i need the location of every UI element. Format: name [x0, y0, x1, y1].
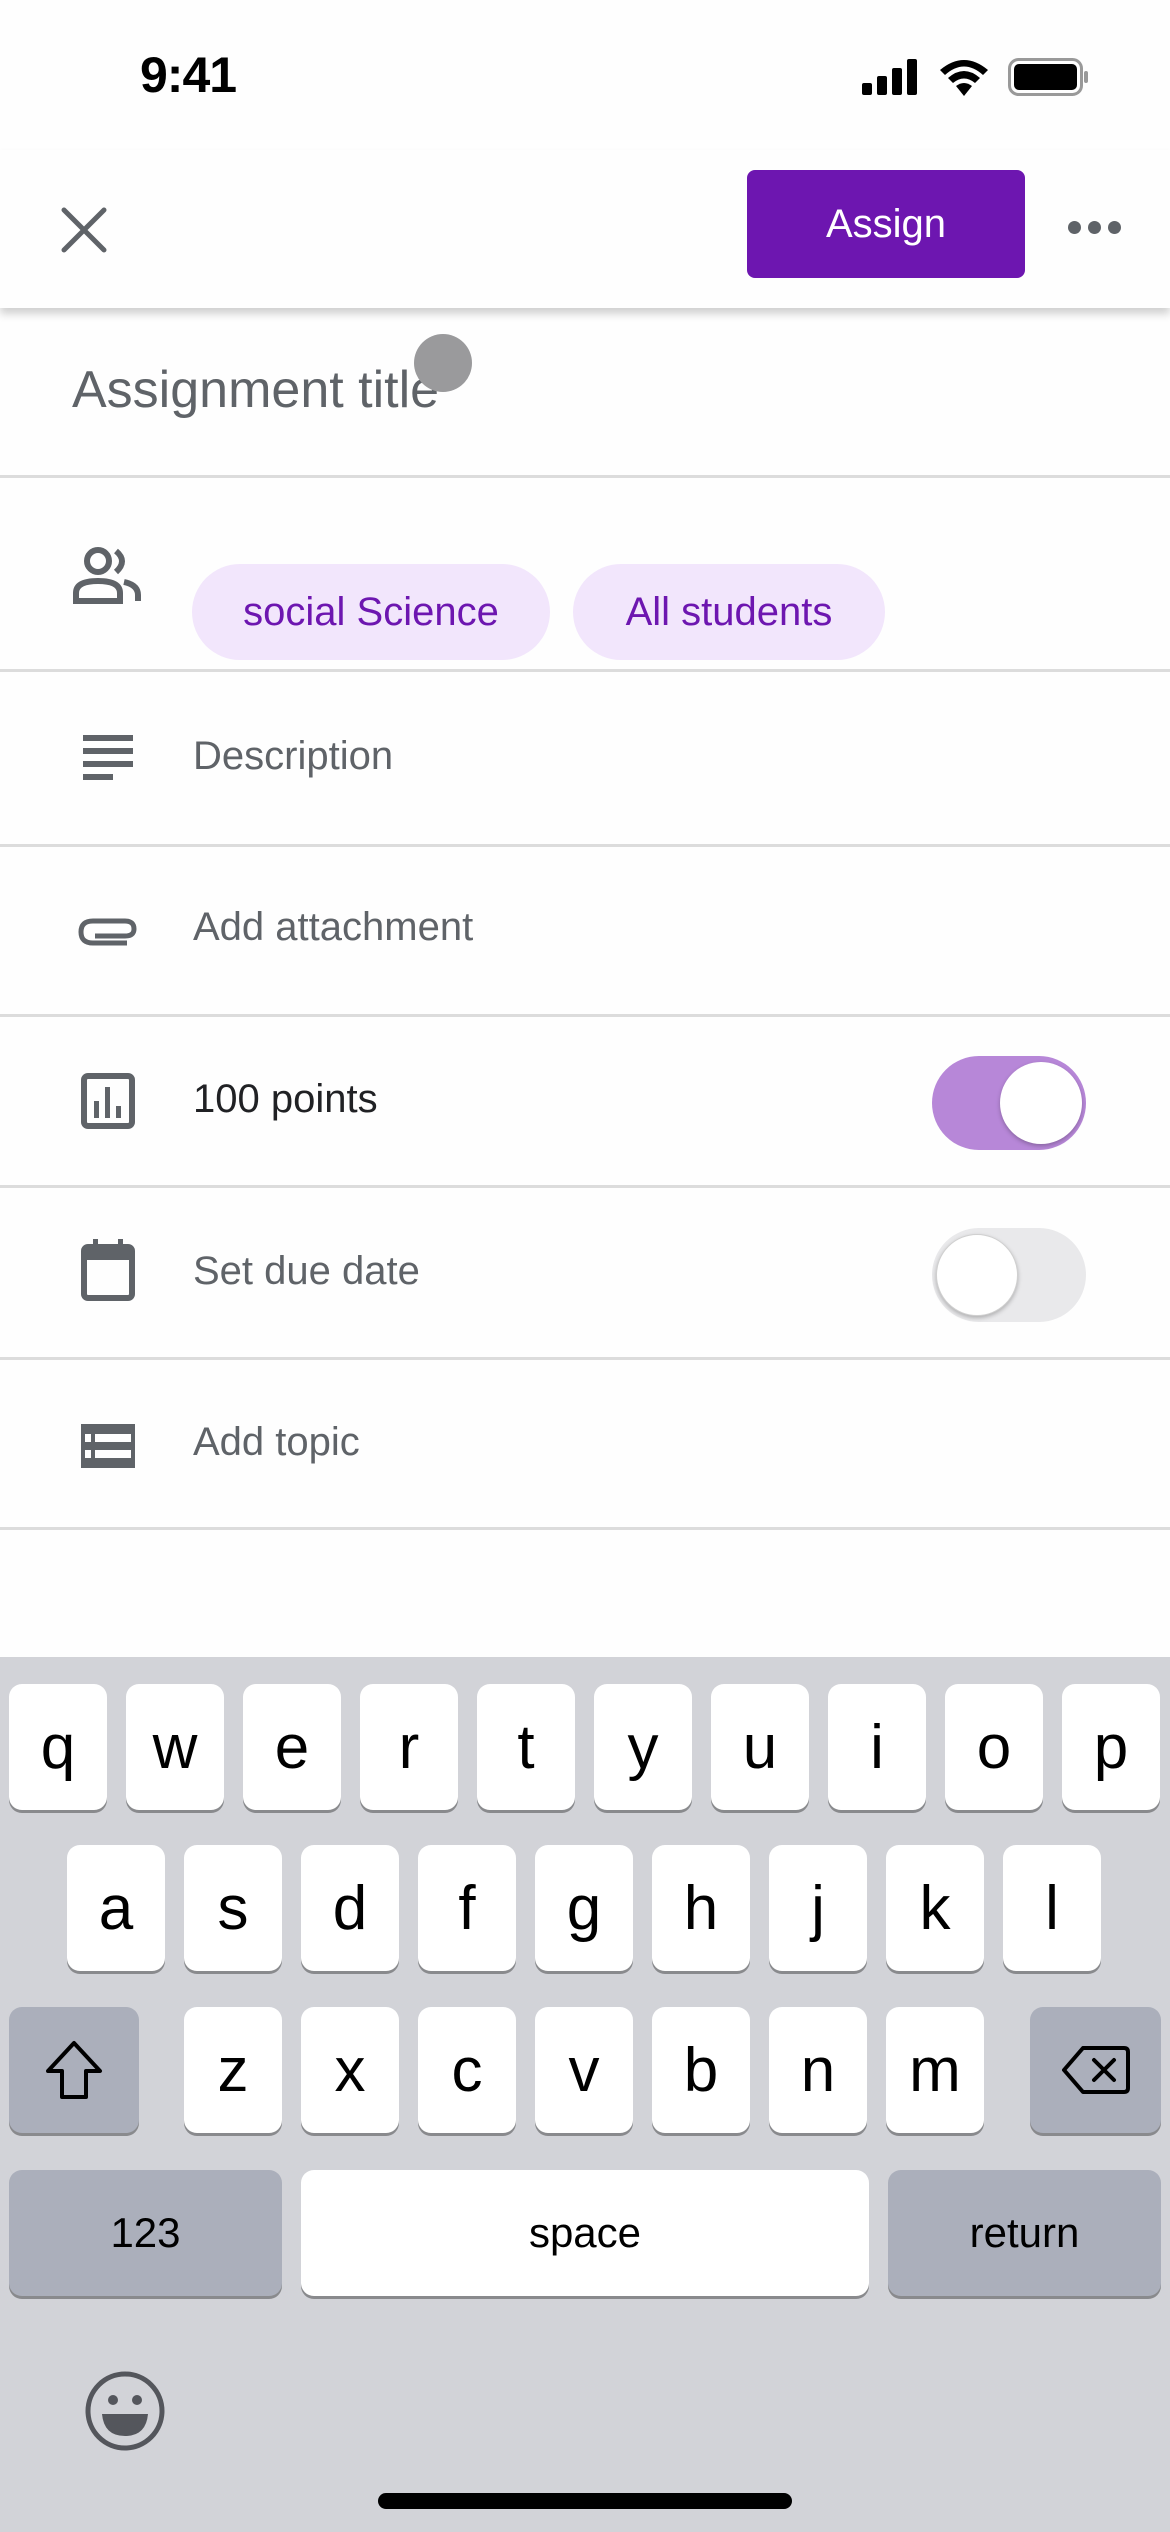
key-m[interactable]: m — [886, 2007, 984, 2133]
assign-button[interactable]: Assign — [747, 170, 1025, 278]
key-v[interactable]: v — [535, 2007, 633, 2133]
points-toggle[interactable] — [932, 1056, 1086, 1150]
toggle-knob — [936, 1234, 1018, 1316]
key-e[interactable]: e — [243, 1684, 341, 1810]
key-k[interactable]: k — [886, 1845, 984, 1971]
emoji-button[interactable] — [84, 2370, 166, 2452]
people-icon — [72, 539, 144, 611]
space-key[interactable]: space — [301, 2170, 869, 2296]
key-d[interactable]: d — [301, 1845, 399, 1971]
key-r[interactable]: r — [360, 1684, 458, 1810]
home-indicator — [378, 2493, 792, 2509]
close-icon — [61, 207, 107, 253]
key-h[interactable]: h — [652, 1845, 750, 1971]
points-row: 100 points — [0, 1017, 1170, 1188]
wifi-icon — [940, 60, 988, 96]
cellular-signal-icon — [862, 59, 917, 95]
calendar-icon — [72, 1234, 144, 1306]
more-options-button[interactable] — [1068, 212, 1128, 242]
shift-icon — [46, 2041, 102, 2099]
emoji-icon — [85, 2371, 165, 2451]
key-y[interactable]: y — [594, 1684, 692, 1810]
status-icons — [862, 58, 1090, 96]
topic-list-icon — [72, 1410, 144, 1482]
class-chip[interactable]: social Science — [192, 564, 550, 660]
description-field[interactable]: Description — [193, 734, 393, 779]
close-button[interactable] — [52, 198, 116, 262]
notes-icon — [72, 722, 144, 794]
key-j[interactable]: j — [769, 1845, 867, 1971]
key-g[interactable]: g — [535, 1845, 633, 1971]
key-p[interactable]: p — [1062, 1684, 1160, 1810]
top-app-bar: Assign — [0, 150, 1170, 308]
audience-row: social Science All students — [0, 478, 1170, 672]
due-date-toggle[interactable] — [932, 1228, 1086, 1322]
add-topic-button[interactable]: Add topic — [193, 1420, 360, 1465]
delete-key[interactable] — [1030, 2007, 1161, 2133]
more-dot — [1088, 220, 1101, 234]
description-row[interactable]: Description — [0, 672, 1170, 847]
status-bar: 9:41 — [0, 0, 1170, 150]
key-n[interactable]: n — [769, 2007, 867, 2133]
key-t[interactable]: t — [477, 1684, 575, 1810]
key-u[interactable]: u — [711, 1684, 809, 1810]
shift-key[interactable] — [9, 2007, 139, 2133]
touch-indicator — [414, 334, 472, 392]
points-value[interactable]: 100 points — [193, 1077, 378, 1122]
add-attachment-button[interactable]: Add attachment — [193, 905, 473, 950]
topic-row[interactable]: Add topic — [0, 1360, 1170, 1530]
status-time: 9:41 — [140, 47, 237, 103]
key-x[interactable]: x — [301, 2007, 399, 2133]
key-i[interactable]: i — [828, 1684, 926, 1810]
more-horiz-icon — [1068, 220, 1081, 234]
assignment-title-input[interactable]: Assignment title — [72, 360, 439, 420]
on-screen-keyboard: qwertyuiop asdfghjkl zxcvbnm 123 space r… — [0, 1657, 1170, 2532]
key-a[interactable]: a — [67, 1845, 165, 1971]
attachment-row[interactable]: Add attachment — [0, 847, 1170, 1017]
backspace-icon — [1061, 2046, 1130, 2094]
more-dot — [1108, 220, 1121, 234]
key-q[interactable]: q — [9, 1684, 107, 1810]
assignment-title-field[interactable]: Assignment title — [0, 308, 1170, 478]
toggle-knob — [1000, 1062, 1082, 1144]
grade-chart-icon — [72, 1065, 144, 1137]
set-due-date-label[interactable]: Set due date — [193, 1249, 420, 1294]
key-z[interactable]: z — [184, 2007, 282, 2133]
key-c[interactable]: c — [418, 2007, 516, 2133]
attachment-icon — [72, 896, 144, 968]
key-w[interactable]: w — [126, 1684, 224, 1810]
return-key[interactable]: return — [888, 2170, 1161, 2296]
key-s[interactable]: s — [184, 1845, 282, 1971]
battery-icon — [1008, 58, 1088, 96]
key-l[interactable]: l — [1003, 1845, 1101, 1971]
key-f[interactable]: f — [418, 1845, 516, 1971]
students-chip[interactable]: All students — [573, 564, 885, 660]
due-date-row: Set due date — [0, 1188, 1170, 1360]
key-b[interactable]: b — [652, 2007, 750, 2133]
numbers-key[interactable]: 123 — [9, 2170, 282, 2296]
key-o[interactable]: o — [945, 1684, 1043, 1810]
